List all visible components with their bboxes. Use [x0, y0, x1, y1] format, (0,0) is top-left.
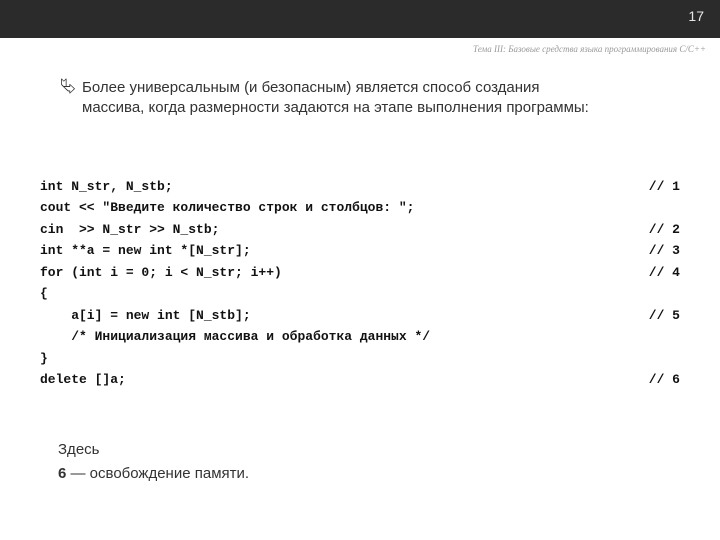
- bullet-icon: ⮱: [60, 74, 76, 101]
- intro-text: ⮱ Более универсальным (и безопасным) явл…: [82, 78, 660, 119]
- page-number: 17: [688, 8, 704, 24]
- footer-point: 6 — освобождение памяти.: [58, 462, 249, 486]
- header-subtitle: Тема III: Базовые средства языка програм…: [473, 44, 706, 54]
- code-line: cin >> N_str >> N_stb;// 2: [40, 219, 680, 240]
- header-bar: [0, 0, 720, 38]
- footer-text: Здесь 6 — освобождение памяти.: [58, 438, 249, 486]
- code-line: int **a = new int *[N_str];// 3: [40, 240, 680, 261]
- footer-point-text: — освобождение памяти.: [66, 465, 249, 482]
- intro-line-1: Более универсальным (и безопасным) являе…: [82, 79, 540, 96]
- code-line: delete []a;// 6: [40, 369, 680, 390]
- code-block: int N_str, N_stb;// 1 cout << "Введите к…: [40, 176, 680, 390]
- code-line: a[i] = new int [N_stb];// 5: [40, 305, 680, 326]
- code-line: }: [40, 348, 680, 369]
- code-line: /* Инициализация массива и обработка дан…: [40, 326, 680, 347]
- code-line: {: [40, 283, 680, 304]
- footer-label: Здесь: [58, 438, 249, 462]
- code-line: cout << "Введите количество строк и стол…: [40, 197, 680, 218]
- code-line: int N_str, N_stb;// 1: [40, 176, 680, 197]
- intro-line-2: массива, когда размерности задаются на э…: [82, 99, 589, 116]
- code-line: for (int i = 0; i < N_str; i++)// 4: [40, 262, 680, 283]
